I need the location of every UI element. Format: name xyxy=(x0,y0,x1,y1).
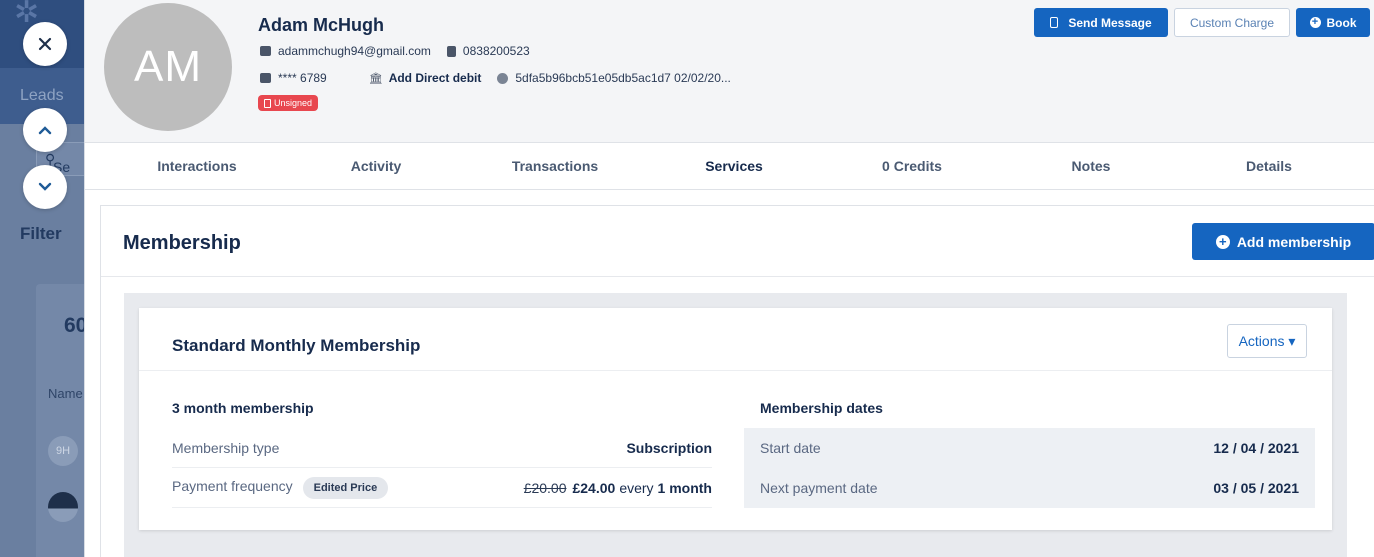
section-title: Membership xyxy=(123,232,241,254)
background-count: 60 xyxy=(64,314,84,337)
chevron-up-icon xyxy=(38,126,52,135)
avatar: AM xyxy=(104,3,232,131)
payment-row: **** 6789 🏛 Add Direct debit 5dfa5b96bcb… xyxy=(260,71,731,85)
card-icon xyxy=(260,73,271,83)
new-price: £24.00 xyxy=(572,479,616,496)
add-membership-label: Add membership xyxy=(1236,233,1352,250)
tab-notes[interactable]: Notes xyxy=(1072,143,1111,190)
billing-period: 1 month xyxy=(657,479,712,496)
membership-type-label: Membership type xyxy=(172,439,280,456)
profile-header: AM Adam McHugh adammchugh94@gmail.com 08… xyxy=(85,0,1374,143)
plan-name: Standard Monthly Membership xyxy=(172,336,421,355)
next-payment-label: Next payment date xyxy=(760,480,878,496)
member-email[interactable]: adammchugh94@gmail.com xyxy=(278,44,431,58)
tab-interactions[interactable]: Interactions xyxy=(157,143,236,190)
tab-credits[interactable]: 0 Credits xyxy=(882,143,942,190)
old-price: £20.00 xyxy=(523,479,567,496)
document-icon xyxy=(264,98,271,108)
tab-details[interactable]: Details xyxy=(1246,143,1292,190)
next-button[interactable] xyxy=(23,165,67,209)
member-name: Adam McHugh xyxy=(258,15,384,35)
user-id-icon xyxy=(497,72,509,84)
add-membership-button[interactable]: + Add membership xyxy=(1192,223,1374,260)
email-icon xyxy=(260,46,271,56)
status-badge[interactable]: Unsigned xyxy=(258,95,319,111)
membership-section: Membership + Add membership Standard Mon… xyxy=(100,205,1374,557)
book-button[interactable]: + Book xyxy=(1296,8,1370,37)
membership-type-value: Subscription xyxy=(626,439,712,456)
mobile-icon xyxy=(1050,17,1059,28)
add-direct-debit-link[interactable]: Add Direct debit xyxy=(389,71,482,85)
payment-frequency-label: Payment frequency xyxy=(172,477,293,494)
chevron-down-icon xyxy=(38,182,52,191)
payment-frequency-cell: Payment frequency Edited Price xyxy=(172,476,389,499)
start-date-value: 12 / 04 / 2021 xyxy=(1213,440,1299,456)
payment-frequency-value: £20.00 £24.00 every 1 month xyxy=(524,480,712,496)
phone-icon xyxy=(446,45,456,57)
previous-button[interactable] xyxy=(23,108,67,152)
tab-activity[interactable]: Activity xyxy=(351,143,402,190)
background-nav-label: Leads xyxy=(20,87,64,104)
send-message-button[interactable]: Send Message xyxy=(1034,8,1168,37)
member-phone[interactable]: 0838200523 xyxy=(463,44,530,58)
member-id: 5dfa5b96bcb51e05db5ac1d7 02/02/20... xyxy=(515,71,731,85)
payment-frequency-row: Payment frequency Edited Price £20.00 £24.… xyxy=(172,468,712,508)
background-app: ✲ Leads ⚲ Se Filter 60 Name 9H xyxy=(0,0,84,557)
start-date-row: Start date 12 / 04 / 2021 xyxy=(744,428,1315,468)
membership-dates-heading: Membership dates xyxy=(760,400,883,416)
edited-price-badge: Edited Price xyxy=(302,476,389,499)
bank-icon: 🏛 xyxy=(368,72,383,85)
start-date-label: Start date xyxy=(760,440,821,456)
tab-bar: Interactions Activity Transactions Servi… xyxy=(85,143,1374,190)
close-button[interactable] xyxy=(23,22,67,66)
membership-length-heading: 3 month membership xyxy=(172,400,314,416)
plus-circle-icon: + xyxy=(1309,17,1321,28)
plus-circle-icon: + xyxy=(1215,234,1230,249)
actions-dropdown[interactable]: Actions ▾ xyxy=(1227,324,1307,358)
membership-card: Standard Monthly Membership Actions ▾ 3 … xyxy=(139,308,1332,530)
close-icon xyxy=(38,37,52,51)
tab-transactions[interactable]: Transactions xyxy=(512,143,598,190)
background-avatar: 9H xyxy=(48,436,78,466)
membership-type-row: Membership type Subscription xyxy=(172,428,712,468)
tab-services[interactable]: Services xyxy=(705,143,763,190)
contact-row: adammchugh94@gmail.com 0838200523 xyxy=(260,44,530,58)
send-message-label: Send Message xyxy=(1068,15,1152,30)
next-payment-row: Next payment date 03 / 05 / 2021 xyxy=(744,468,1315,508)
member-panel: AM Adam McHugh adammchugh94@gmail.com 08… xyxy=(84,0,1374,557)
custom-charge-button[interactable]: Custom Charge xyxy=(1174,8,1290,37)
every-text: every xyxy=(619,479,654,496)
divider xyxy=(101,276,1374,277)
membership-list: Standard Monthly Membership Actions ▾ 3 … xyxy=(124,293,1347,557)
background-avatar-image xyxy=(48,492,78,522)
card-number: **** 6789 xyxy=(278,71,327,85)
background-filter-label: Filter xyxy=(20,224,62,243)
background-column-label: Name xyxy=(48,386,83,401)
book-label: Book xyxy=(1326,15,1357,30)
status-badge-label: Unsigned xyxy=(274,98,313,108)
divider xyxy=(139,370,1332,371)
next-payment-value: 03 / 05 / 2021 xyxy=(1213,480,1299,496)
